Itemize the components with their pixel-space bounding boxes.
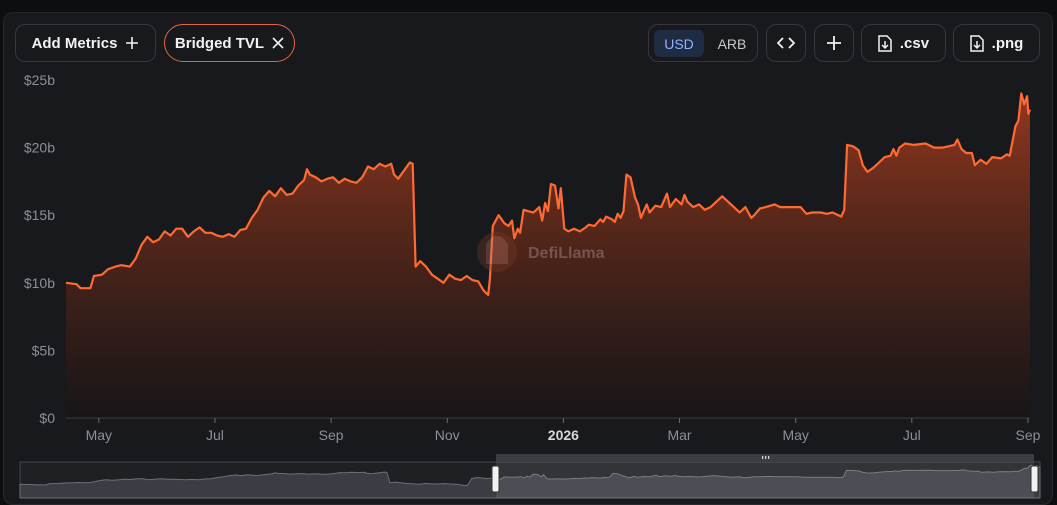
brush-handle-left[interactable] [491, 465, 500, 493]
brush-selection[interactable] [496, 462, 1034, 498]
range-brush[interactable] [0, 0, 1057, 503]
grip-icon [762, 456, 770, 459]
brush-handle-right[interactable] [1030, 465, 1039, 493]
